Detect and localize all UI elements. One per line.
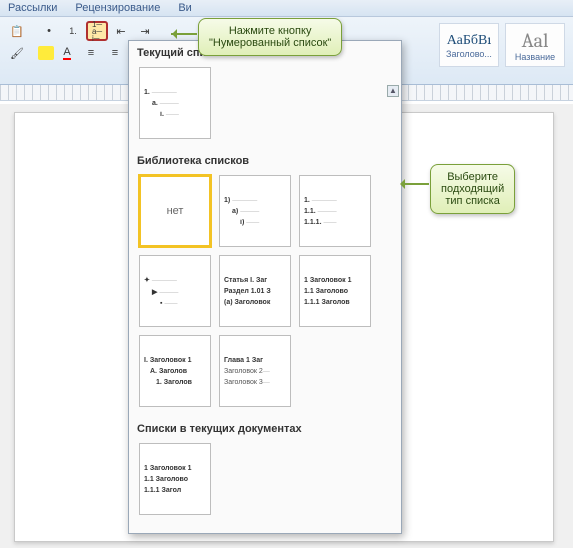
styles-gallery: АаБбВı Заголово... Aal Название	[437, 21, 567, 69]
format-painter-button[interactable]: 🖌	[6, 43, 28, 63]
align-center-button[interactable]: ≡	[104, 43, 126, 63]
style-preview: Aal	[522, 29, 549, 52]
scroll-up-icon[interactable]: ▲	[387, 85, 399, 97]
align-left-button[interactable]: ≡	[80, 43, 102, 63]
section-docs-title: Списки в текущих документах	[129, 417, 401, 439]
current-list-tile[interactable]: 1. ———— a. ——— i. ——	[139, 67, 211, 139]
multilevel-icon: 1─a─i─	[92, 21, 102, 42]
style-title[interactable]: Aal Название	[505, 23, 565, 67]
numbering-button[interactable]	[62, 21, 84, 41]
decrease-indent-button[interactable]: ⇤	[110, 21, 132, 41]
callout-choose-type: Выберите подходящий тип списка	[430, 164, 515, 214]
font-color-button[interactable]: A	[56, 43, 78, 63]
list-tile-bullets[interactable]: ✦ ———— ▶ ——— ▪ ——	[139, 255, 211, 327]
style-name: Заголово...	[446, 49, 492, 59]
list-tile-roman[interactable]: I. Заголовок 1 A. Заголов 1. Заголов	[139, 335, 211, 407]
style-name: Название	[515, 52, 555, 62]
tab-review[interactable]: Рецензирование	[75, 2, 160, 14]
list-tile-paren[interactable]: 1) ———— a) ——— i) ——	[219, 175, 291, 247]
paste-group: 📋 🖌	[6, 21, 28, 63]
multilevel-list-dropdown: ▲ Текущий список 1. ———— a. ——— i. —— Би…	[128, 40, 402, 534]
section-library-title: Библиотека списков	[129, 149, 401, 171]
numbering-icon	[69, 25, 77, 37]
list-tile-chapter[interactable]: Глава 1 Заг Заголовок 2— Заголовок 3—	[219, 335, 291, 407]
bullets-icon	[47, 25, 51, 37]
increase-indent-button[interactable]: ⇥	[134, 21, 156, 41]
list-tile-none[interactable]: нет	[139, 175, 211, 247]
callout-press-button: Нажмите кнопку "Нумерованный список"	[198, 18, 342, 56]
multilevel-list-button[interactable]: 1─a─i─	[86, 21, 108, 41]
style-preview: АаБбВı	[447, 31, 492, 49]
style-heading[interactable]: АаБбВı Заголово...	[439, 23, 499, 67]
list-tile-decimal[interactable]: 1. ———— 1.1. ——— 1.1.1. ——	[299, 175, 371, 247]
ribbon-tabs: Рассылки Рецензирование Ви	[0, 0, 573, 17]
list-tile-article[interactable]: Статья I. Заг Раздел 1.01 З (a) Заголово…	[219, 255, 291, 327]
tab-view[interactable]: Ви	[178, 2, 191, 14]
highlight-button[interactable]	[38, 46, 54, 60]
list-tile-heading-num[interactable]: 1 Заголовок 1 1.1 Заголово 1.1.1 Заголов	[299, 255, 371, 327]
bullets-button[interactable]	[38, 21, 60, 41]
docs-list-tile[interactable]: 1 Заголовок 1 1.1 Заголово 1.1.1 Загол	[139, 443, 211, 515]
paste-button[interactable]: 📋	[6, 21, 28, 41]
tab-mailings[interactable]: Рассылки	[8, 2, 57, 14]
